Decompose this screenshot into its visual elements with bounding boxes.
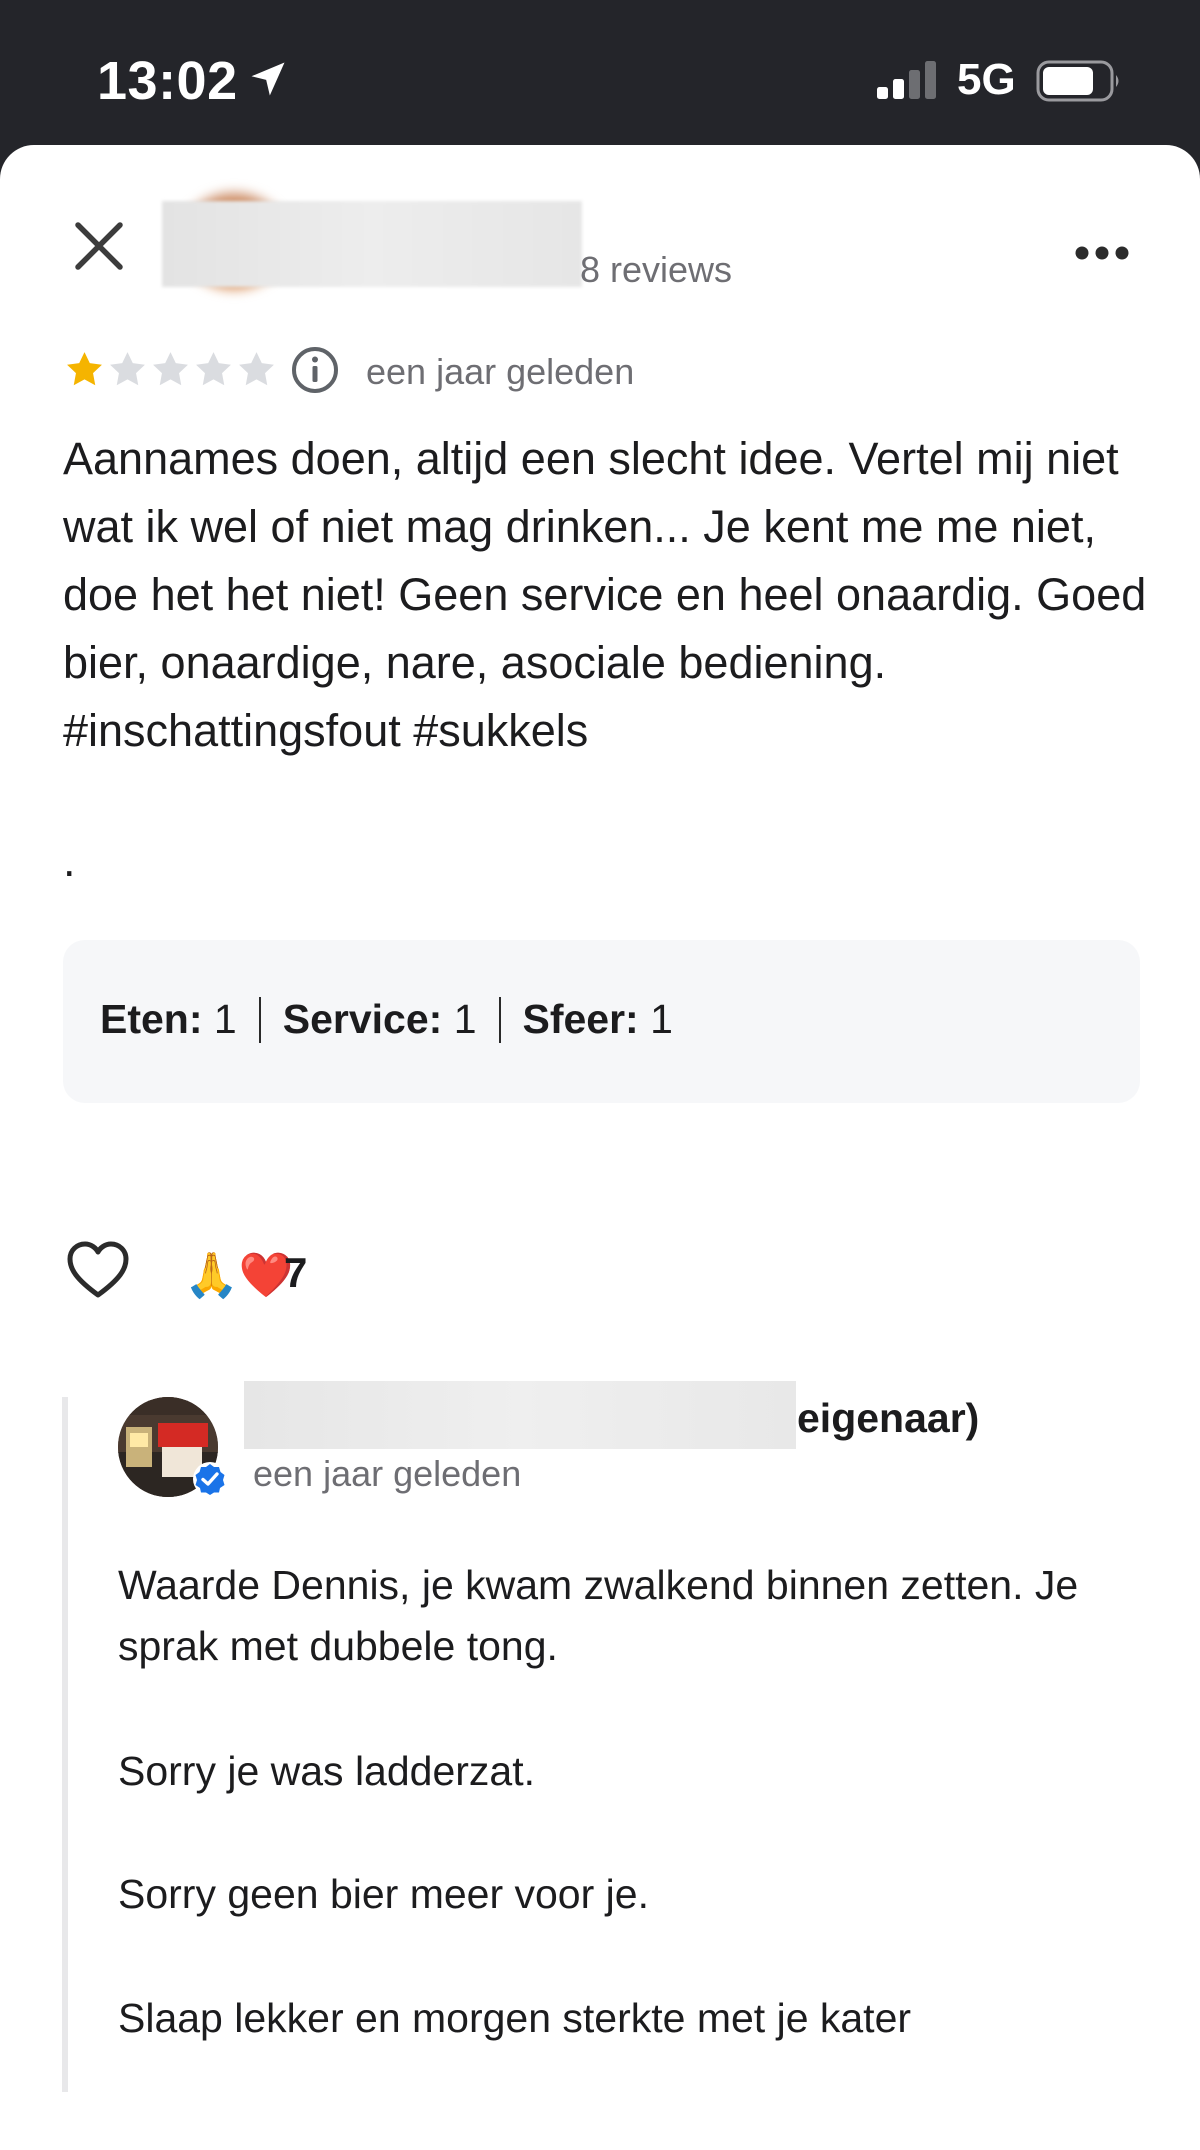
separator [258, 996, 261, 1043]
rating-value-service: 1 [453, 996, 477, 1042]
reaction-emojis[interactable]: 🙏❤️ [184, 1251, 294, 1301]
owner-reply-paragraph: Sorry geen bier meer voor je. [118, 1871, 649, 1917]
owner-name-redacted[interactable] [244, 1381, 796, 1449]
status-time: 13:02 [97, 51, 238, 111]
owner-name-suffix[interactable]: eigenaar) [797, 1395, 979, 1442]
rating-label-food: Eten: [100, 996, 203, 1042]
review-sheet: 8 reviews een jaar geleden Aannames doen… [0, 145, 1200, 2150]
network-type: 5G [957, 55, 1016, 104]
review-date: een jaar geleden [366, 351, 635, 392]
more-options-icon[interactable] [1074, 241, 1130, 265]
battery-icon [1036, 60, 1119, 102]
close-icon[interactable] [72, 219, 126, 273]
reviewer-review-count[interactable]: 8 reviews [580, 249, 732, 291]
owner-reply-date: een jaar geleden [253, 1453, 522, 1494]
rating-value-food: 1 [213, 996, 237, 1042]
status-bar: 13:02 5G [0, 0, 1200, 145]
info-icon[interactable] [290, 345, 340, 395]
star-filled-icon [67, 352, 102, 386]
verified-badge-icon [193, 1462, 227, 1496]
heart-outline-icon[interactable] [66, 1241, 130, 1299]
owner-reply-paragraph: Waarde Dennis, je kwam zwalkend binnen z… [118, 1562, 1079, 1669]
star-empty-icon [110, 352, 145, 386]
star-empty-icon [153, 352, 188, 386]
rating-label-atmosphere: Sfeer: [522, 996, 639, 1042]
reaction-count[interactable]: 7 [284, 1249, 307, 1297]
sub-ratings-row: Eten: 1 Service: 1 Sfeer: 1 [100, 996, 673, 1043]
review-text: Aannames doen, altijd een slecht idee. V… [63, 433, 1147, 756]
rating-value-atmosphere: 1 [650, 996, 673, 1042]
cellular-signal-icon [877, 61, 936, 99]
location-arrow-icon [251, 62, 285, 96]
star-empty-icon [239, 352, 274, 386]
owner-reply-paragraph: Sorry je was ladderzat. [118, 1748, 536, 1794]
sub-ratings-box: Eten: 1 Service: 1 Sfeer: 1 [63, 940, 1140, 1103]
review-trailing-text: . [63, 835, 76, 886]
separator [498, 996, 501, 1043]
reply-divider-line [62, 1397, 68, 2092]
rating-label-service: Service: [282, 996, 443, 1042]
star-rating [64, 349, 277, 395]
star-empty-icon [196, 352, 231, 386]
owner-reply-paragraph: Slaap lekker en morgen sterkte met je ka… [118, 1995, 912, 2041]
reviewer-name-redacted[interactable] [162, 201, 582, 287]
